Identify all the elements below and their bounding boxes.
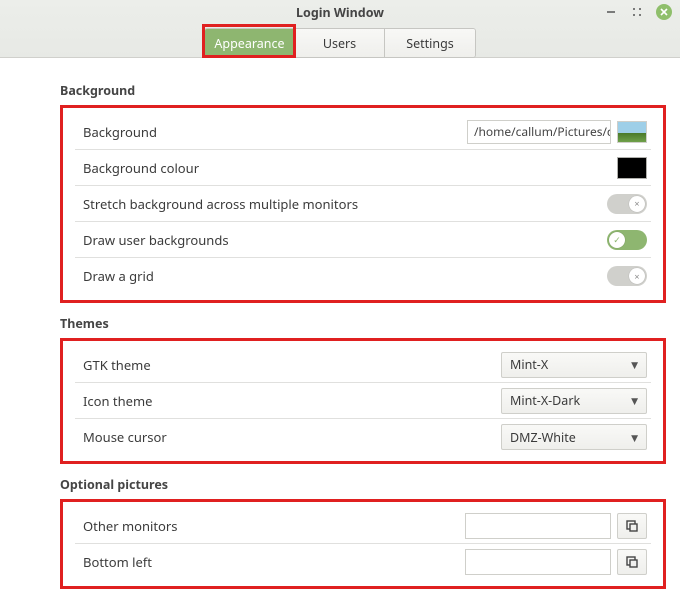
label-background-colour: Background colour — [79, 159, 617, 177]
tab-appearance[interactable]: Appearance — [205, 29, 295, 57]
label-mouse-cursor: Mouse cursor — [79, 428, 501, 446]
row-background-colour: Background colour — [75, 150, 651, 186]
content-area: Background Background /home/callum/Pictu… — [0, 58, 680, 589]
tab-users[interactable]: Users — [295, 29, 385, 57]
window-controls — [604, 4, 672, 20]
chevron-down-icon: ▼ — [631, 431, 638, 444]
combo-mouse-cursor[interactable]: DMZ-White ▼ — [501, 424, 647, 450]
row-gtk-theme: GTK theme Mint-X ▼ — [75, 347, 651, 383]
row-other-monitors: Other monitors — [75, 508, 651, 544]
combo-icon-theme[interactable]: Mint-X-Dark ▼ — [501, 388, 647, 414]
combo-gtk-theme[interactable]: Mint-X ▼ — [501, 352, 647, 378]
titlebar: Login Window Appearance Users Settings — [0, 0, 680, 58]
chevron-down-icon: ▼ — [631, 358, 638, 371]
label-stretch: Stretch background across multiple monit… — [79, 195, 607, 213]
browse-button-bottom[interactable] — [617, 549, 647, 575]
section-title-optional: Optional pictures — [60, 476, 666, 493]
label-other-monitors: Other monitors — [79, 517, 465, 535]
input-other-monitors[interactable] — [465, 513, 611, 539]
x-icon: × — [634, 197, 639, 210]
tab-bar: Appearance Users Settings — [204, 28, 476, 58]
check-icon: ✓ — [613, 233, 621, 246]
row-background: Background /home/callum/Pictures/ca — [75, 114, 651, 150]
combo-value: DMZ-White — [510, 429, 576, 446]
close-button[interactable] — [656, 4, 672, 20]
row-icon-theme: Icon theme Mint-X-Dark ▼ — [75, 383, 651, 419]
row-draw-user: Draw user backgrounds ✓ — [75, 222, 651, 258]
label-gtk-theme: GTK theme — [79, 356, 501, 374]
label-icon-theme: Icon theme — [79, 392, 501, 410]
tab-settings[interactable]: Settings — [385, 29, 475, 57]
combo-value: Mint-X — [510, 356, 548, 373]
label-background: Background — [79, 123, 467, 141]
combo-value: Mint-X-Dark — [510, 392, 580, 409]
maximize-button[interactable] — [630, 5, 644, 19]
row-mouse-cursor: Mouse cursor DMZ-White ▼ — [75, 419, 651, 455]
toggle-stretch[interactable]: × — [607, 194, 647, 214]
background-thumbnail[interactable] — [617, 121, 647, 143]
chevron-down-icon: ▼ — [631, 394, 638, 407]
row-bottom-left: Bottom left — [75, 544, 651, 580]
section-title-background: Background — [60, 82, 666, 99]
input-bottom-left[interactable] — [465, 549, 611, 575]
copy-icon — [625, 519, 639, 533]
panel-themes: GTK theme Mint-X ▼ Icon theme Mint-X-Dar… — [60, 338, 666, 464]
toggle-draw-grid[interactable]: × — [607, 266, 647, 286]
panel-background: Background /home/callum/Pictures/ca Back… — [60, 105, 666, 303]
row-draw-grid: Draw a grid × — [75, 258, 651, 294]
background-colour-swatch[interactable] — [617, 157, 647, 179]
copy-icon — [625, 555, 639, 569]
section-title-themes: Themes — [60, 315, 666, 332]
background-path-field[interactable]: /home/callum/Pictures/ca — [467, 120, 611, 144]
panel-optional: Other monitors Bottom left — [60, 499, 666, 589]
label-draw-user: Draw user backgrounds — [79, 231, 607, 249]
browse-button-other[interactable] — [617, 513, 647, 539]
window-title: Login Window — [0, 4, 680, 21]
x-icon: × — [634, 270, 639, 283]
minimize-button[interactable] — [604, 5, 618, 19]
toggle-draw-user[interactable]: ✓ — [607, 230, 647, 250]
row-stretch: Stretch background across multiple monit… — [75, 186, 651, 222]
label-draw-grid: Draw a grid — [79, 267, 607, 285]
